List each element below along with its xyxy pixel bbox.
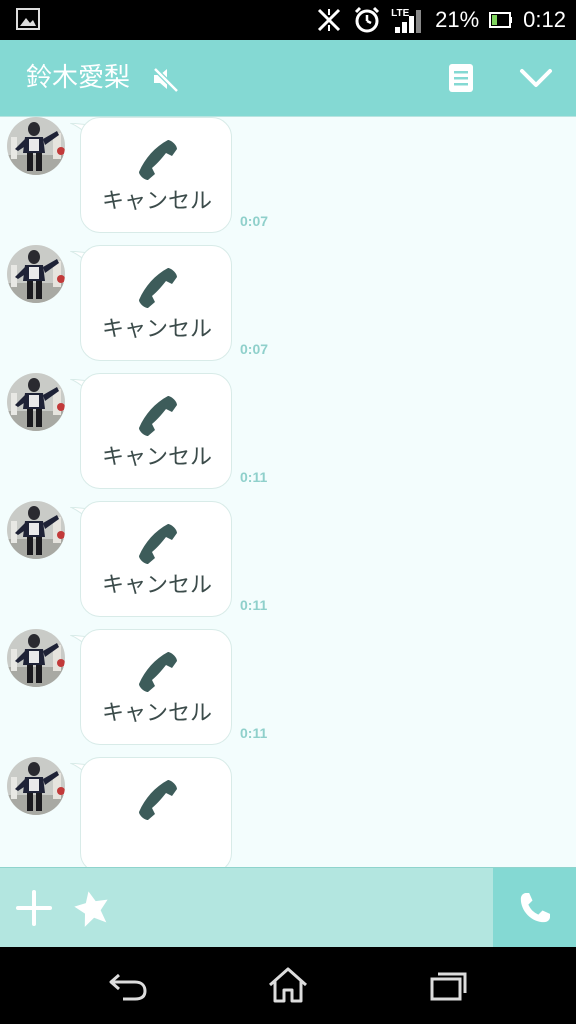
phone-icon <box>139 524 177 564</box>
chat-message-list[interactable]: キャンセル0:07キャンセル0:07キャンセル0:07キャンセル0:11キャンセ… <box>0 117 576 867</box>
chat-title: 鈴木愛梨 <box>26 63 131 93</box>
alarm-icon <box>353 6 381 34</box>
contact-avatar[interactable] <box>7 501 65 559</box>
clock: 0:12 <box>523 7 566 32</box>
back-icon[interactable] <box>107 965 151 1005</box>
contact-avatar[interactable] <box>7 373 65 431</box>
phone-icon <box>520 892 550 922</box>
note-icon[interactable] <box>446 62 476 94</box>
battery-percent: 21% <box>435 7 480 32</box>
contact-avatar[interactable] <box>7 245 65 303</box>
phone-icon <box>139 780 177 820</box>
home-icon[interactable] <box>266 965 310 1005</box>
chat-header: 鈴木愛梨 <box>0 40 576 116</box>
contact-avatar[interactable] <box>7 117 65 175</box>
mute-icon <box>153 67 179 93</box>
status-bar: LTE 21% 0:12 <box>0 0 576 40</box>
navigation-bar <box>0 947 576 1024</box>
contact-avatar[interactable] <box>7 757 65 815</box>
plus-icon[interactable] <box>14 888 54 928</box>
phone-icon <box>139 268 177 308</box>
sticker-icon[interactable] <box>72 888 112 928</box>
phone-icon <box>139 140 177 180</box>
input-bar <box>0 867 576 947</box>
chevron-down-icon[interactable] <box>518 62 554 94</box>
signal-icon: LTE <box>391 6 425 34</box>
phone-icon <box>139 652 177 692</box>
gallery-icon <box>16 8 40 30</box>
message-row <box>0 705 576 867</box>
vibrate-off-icon <box>315 6 343 34</box>
battery-icon <box>489 6 513 34</box>
call-message-bubble[interactable] <box>80 757 232 867</box>
phone-icon <box>139 396 177 436</box>
call-button[interactable] <box>493 868 576 947</box>
network-type-label: LTE <box>391 8 410 19</box>
recent-apps-icon[interactable] <box>426 965 470 1005</box>
contact-avatar[interactable] <box>7 629 65 687</box>
